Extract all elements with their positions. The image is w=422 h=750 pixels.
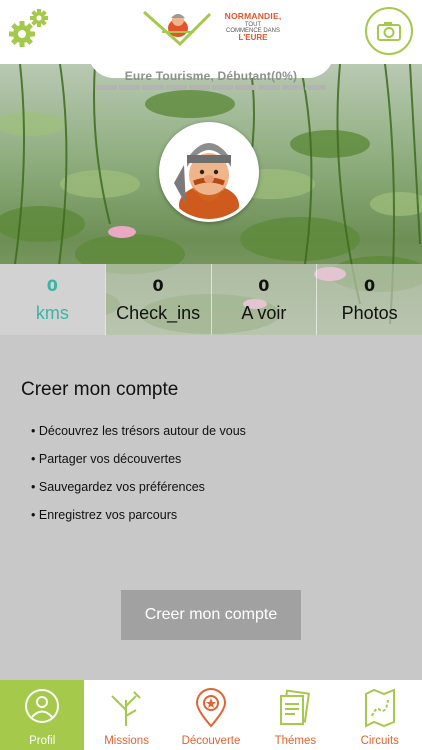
stat-value: 0 (46, 276, 58, 295)
stats-bar: 0 kms 0 Check_ins 0 A voir 0 Photos (0, 264, 422, 335)
progress-segment (304, 85, 327, 90)
location-pin-icon (195, 688, 226, 728)
progress-segment (142, 85, 164, 90)
level-tab: Eure Tourisme, Débutant(0%) (88, 64, 334, 90)
viking-avatar-icon (162, 125, 256, 219)
gears-icon[interactable] (6, 8, 52, 50)
logo-text: NORMANDIE, TOUT COMMENCE DANS L'EURE (218, 12, 288, 42)
account-section: Creer mon compte Découvrez les trésors a… (0, 335, 422, 680)
nav-item-decouverte[interactable]: Découverte (169, 680, 253, 750)
list-item: Sauvegardez vos préférences (31, 480, 246, 508)
progress-segment (235, 85, 257, 90)
nav-label: Circuits (360, 735, 399, 747)
bottom-nav: Profil Missions Découverte Thémes Circui… (0, 680, 422, 750)
profile-avatar[interactable] (159, 122, 259, 222)
map-icon (364, 688, 395, 728)
missions-icon (111, 691, 142, 726)
themes-icon (280, 689, 311, 725)
stat-label: A voir (241, 303, 287, 323)
nav-item-profil[interactable]: Profil (0, 680, 85, 750)
benefits-list: Découvrez les trésors autour de vous Par… (31, 424, 246, 536)
stat-value: 0 (152, 276, 164, 295)
camera-button[interactable] (365, 7, 413, 55)
logo-line-1: NORMANDIE, (224, 11, 282, 21)
logo-mark-icon (143, 10, 212, 47)
camera-icon (377, 22, 401, 41)
progress-segment (119, 85, 141, 90)
profile-icon (25, 689, 59, 723)
create-account-button[interactable]: Creer mon compte (121, 590, 301, 640)
nav-label: Profil (29, 735, 56, 747)
nav-label: Missions (104, 735, 149, 747)
nav-item-missions[interactable]: Missions (84, 680, 168, 750)
progress-segment (188, 85, 211, 90)
list-item: Découvrez les trésors autour de vous (31, 424, 246, 452)
stat-value: 0 (258, 276, 270, 295)
stat-label: Photos (341, 303, 398, 323)
stat-value: 0 (364, 276, 376, 295)
nav-item-themes[interactable]: Thémes (253, 680, 337, 750)
stat-a-voir[interactable]: 0 A voir (210, 264, 317, 335)
stat-check-ins[interactable]: 0 Check_ins (104, 264, 211, 335)
progress-segment (258, 85, 280, 90)
section-title: Creer mon compte (21, 379, 179, 400)
logo-line-4: L'EURE (238, 32, 268, 42)
list-item: Partager vos découvertes (31, 452, 246, 480)
progress-segment (212, 85, 234, 90)
nav-label: Découverte (181, 735, 241, 747)
list-item: Enregistrez vos parcours (31, 508, 246, 536)
brand-logo: NORMANDIE, TOUT COMMENCE DANS L'EURE (140, 6, 290, 48)
level-progress-bar (96, 85, 327, 90)
nav-label: Thémes (274, 735, 317, 747)
progress-segment (96, 85, 118, 90)
stat-label: Check_ins (116, 303, 201, 323)
stat-label: kms (35, 303, 69, 323)
progress-segment (281, 85, 303, 90)
app-header: NORMANDIE, TOUT COMMENCE DANS L'EURE (0, 0, 422, 64)
progress-segment (165, 85, 187, 90)
stat-photos[interactable]: 0 Photos (316, 264, 422, 335)
stat-kms[interactable]: 0 kms (0, 264, 105, 335)
nav-item-circuits[interactable]: Circuits (338, 680, 422, 750)
level-text: Eure Tourisme, Débutant(0%) (124, 69, 298, 83)
